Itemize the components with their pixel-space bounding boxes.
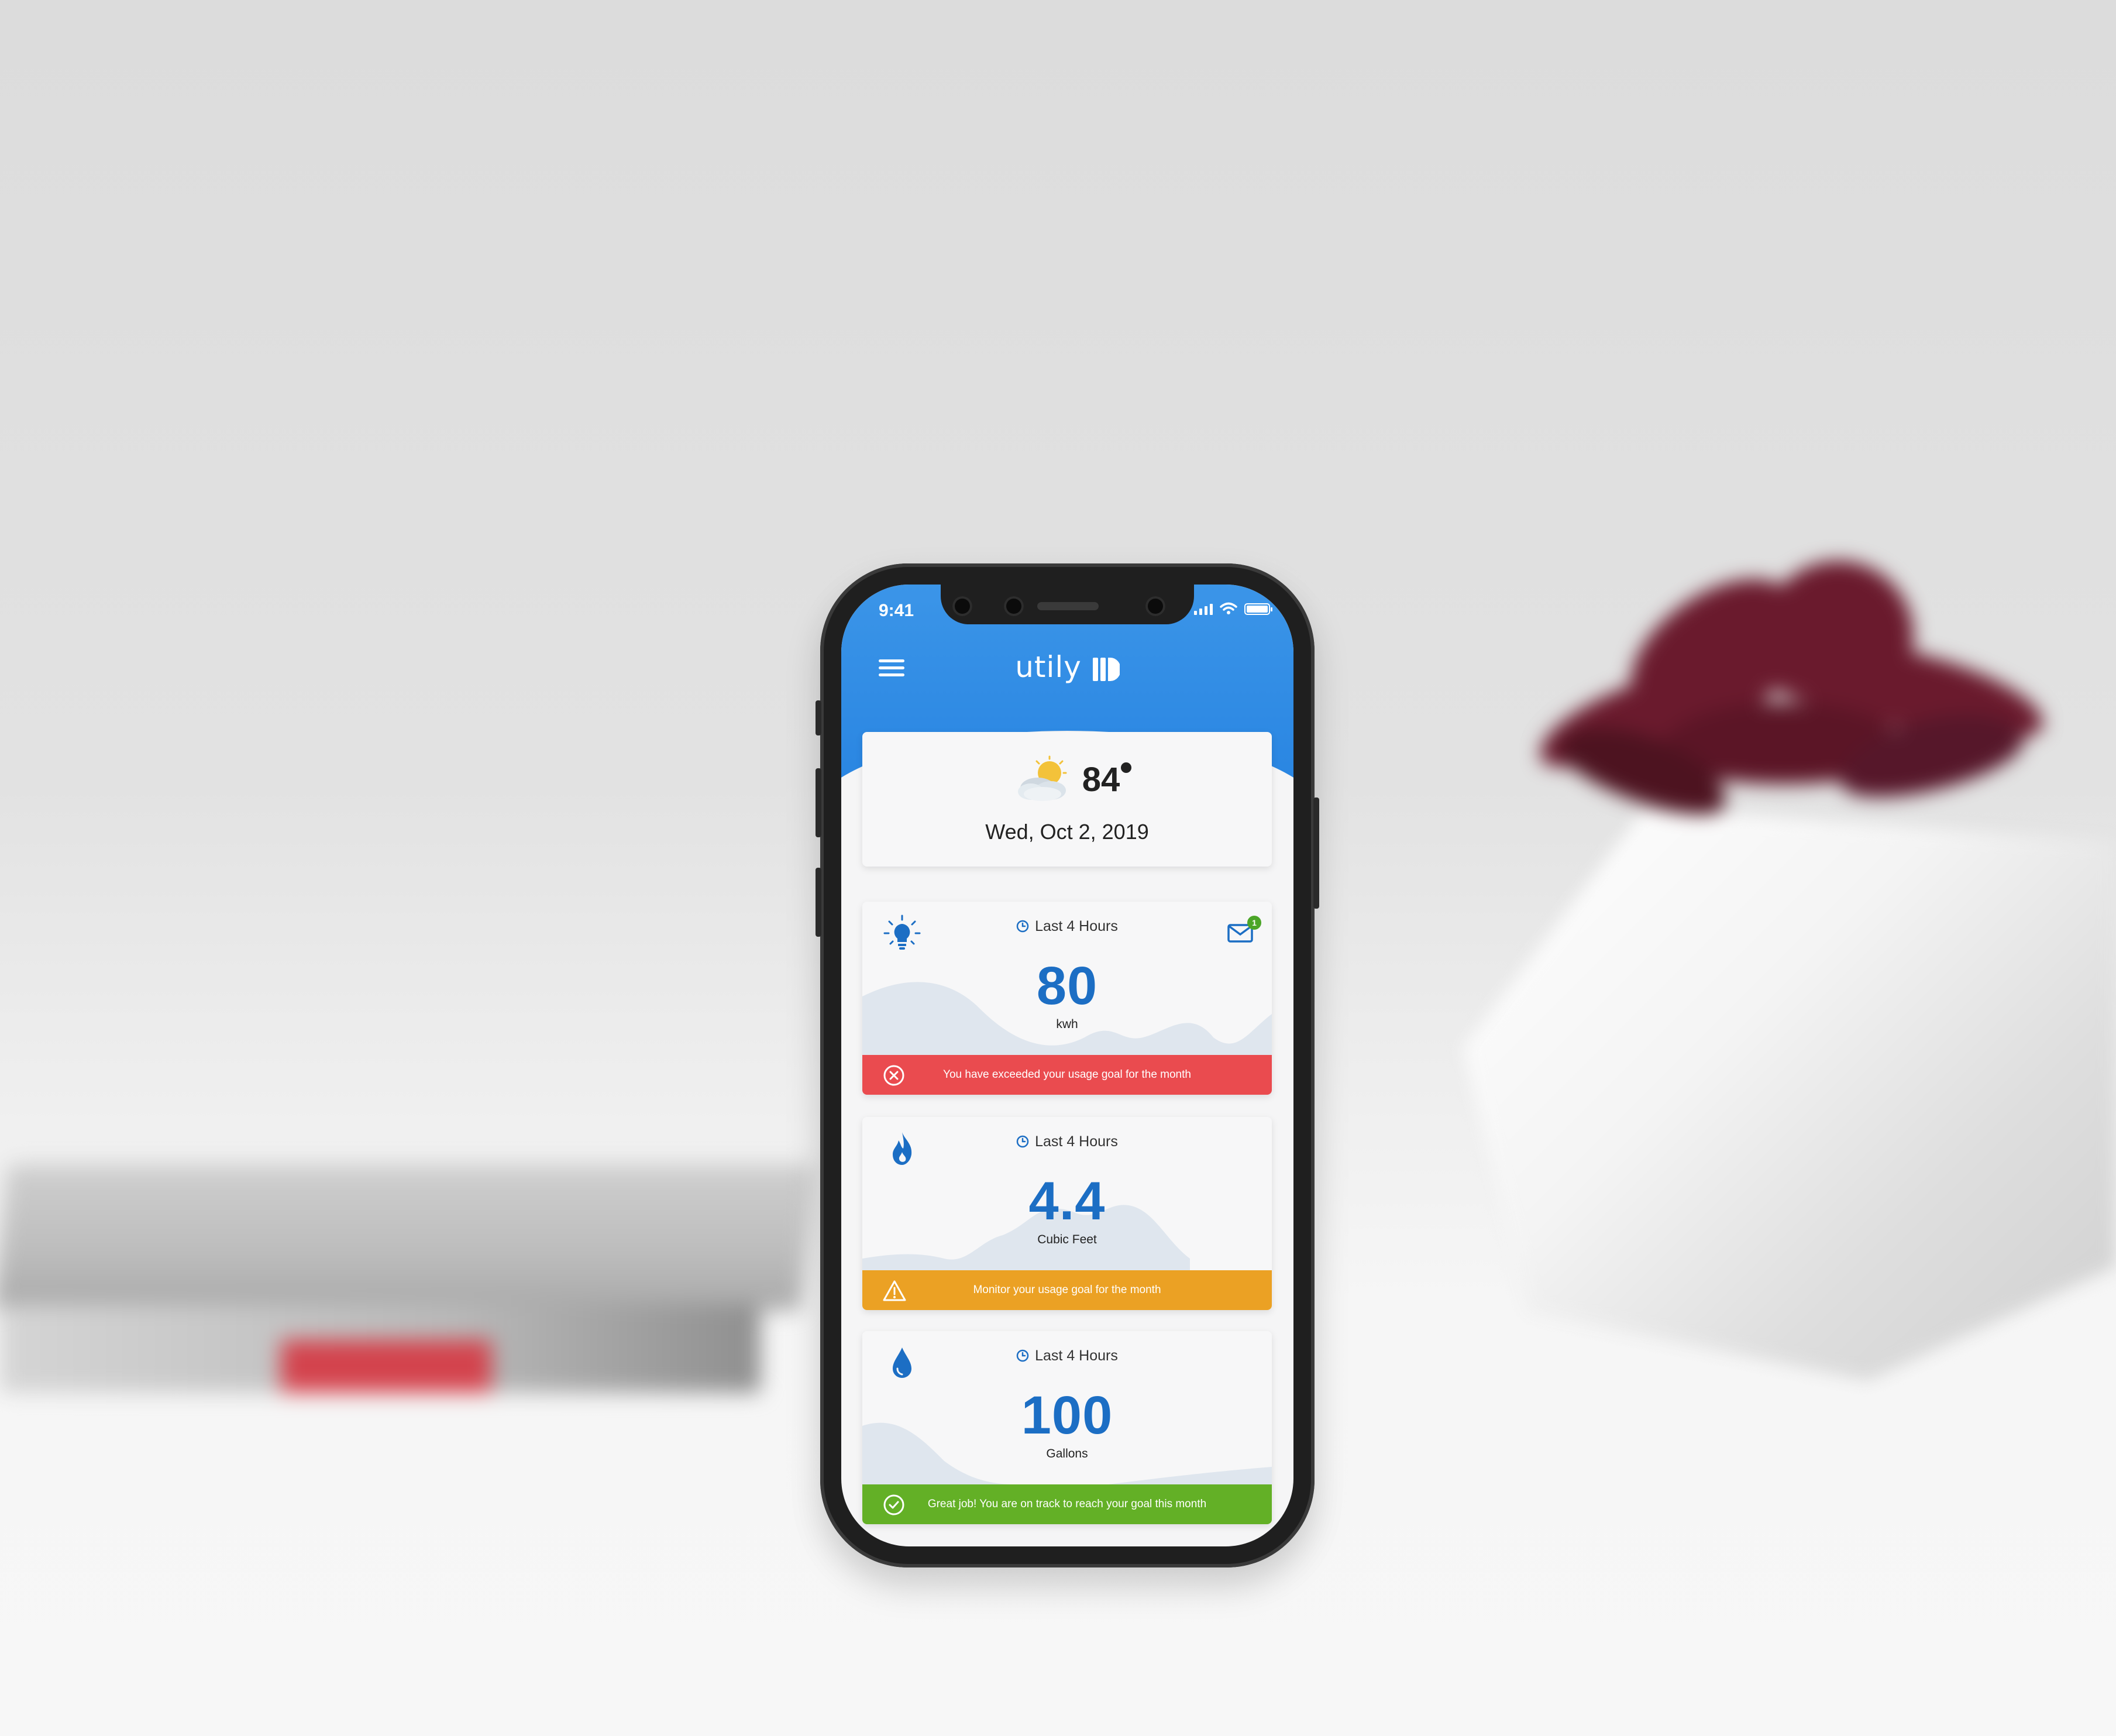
status-icons [1194, 602, 1272, 615]
app-name: utily [1015, 650, 1082, 684]
usage-value: 4.4 [1028, 1171, 1106, 1231]
usage-unit: Cubic Feet [1037, 1233, 1097, 1246]
error-circle-icon [883, 1065, 904, 1086]
cellular-signal-icon [1194, 602, 1213, 615]
usage-unit: Gallons [1046, 1447, 1088, 1460]
wifi-icon [1220, 602, 1237, 614]
battery-icon [1244, 603, 1272, 615]
electricity-usage-card[interactable]: Last 4 Hours 1 80 kwh You have exceeded … [862, 902, 1272, 1095]
phone-notch [941, 585, 1194, 624]
gas-usage-card[interactable]: Last 4 Hours 4.4 Cubic Feet Monitor your… [862, 1117, 1272, 1310]
usage-value: 100 [1021, 1386, 1113, 1445]
message-count-badge: 1 [1247, 916, 1261, 930]
time-period-label: Last 4 Hours [862, 1347, 1272, 1364]
water-usage-card[interactable]: Last 4 Hours 100 Gallons Great job! You … [862, 1331, 1272, 1524]
alert-message: Great job! You are on track to reach you… [927, 1498, 1207, 1510]
usage-unit: kwh [1056, 1017, 1078, 1031]
alert-message: You have exceeded your usage goal for th… [943, 1068, 1191, 1081]
background-magazine [0, 1164, 816, 1410]
usage-alert-monitor[interactable]: Monitor your usage goal for the month [862, 1270, 1272, 1310]
phone-device: 9:41 utily 84 Wed, Oct 2, 2019 Last 4 Ho… [816, 563, 1319, 1567]
status-time: 9:41 [879, 601, 914, 620]
background-vase [1451, 807, 2116, 1381]
clock-icon [1016, 1135, 1029, 1148]
clock-icon [1016, 920, 1029, 933]
usage-alert-on-track[interactable]: Great job! You are on track to reach you… [862, 1484, 1272, 1524]
app-logo: utily [841, 650, 1293, 684]
usage-value: 80 [1036, 956, 1098, 1016]
alert-message: Monitor your usage goal for the month [973, 1284, 1161, 1296]
app-screen: 9:41 utily 84 Wed, Oct 2, 2019 Last 4 Ho… [841, 585, 1293, 1546]
degree-symbol [1121, 762, 1132, 773]
clock-icon [1016, 1349, 1029, 1362]
time-period-label: Last 4 Hours [862, 1133, 1272, 1150]
utily-logo-mark-icon [1092, 657, 1120, 681]
check-circle-icon [883, 1494, 904, 1515]
background-plant [1463, 527, 2116, 854]
temperature: 84 [1082, 760, 1132, 799]
time-period-label: Last 4 Hours [862, 918, 1272, 935]
warning-triangle-icon [883, 1280, 906, 1301]
weather-card: 84 Wed, Oct 2, 2019 [862, 732, 1272, 867]
partly-cloudy-icon [1017, 755, 1067, 801]
usage-alert-exceeded[interactable]: You have exceeded your usage goal for th… [862, 1055, 1272, 1095]
current-date: Wed, Oct 2, 2019 [985, 820, 1149, 844]
